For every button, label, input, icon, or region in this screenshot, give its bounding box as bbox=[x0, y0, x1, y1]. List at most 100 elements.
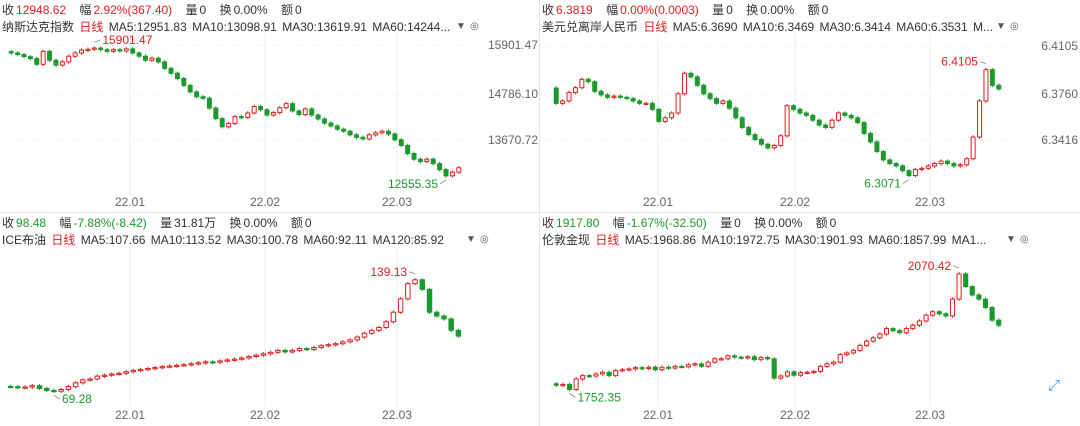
x-tick-label: 22.01 bbox=[643, 408, 673, 422]
candle-body bbox=[718, 358, 724, 361]
candle-body bbox=[606, 371, 612, 377]
candle-body bbox=[145, 368, 151, 371]
candle-body bbox=[155, 57, 161, 63]
candle-body bbox=[98, 47, 104, 51]
candle-body bbox=[746, 126, 752, 136]
high-marker-line bbox=[408, 271, 416, 275]
x-tick-label: 22.03 bbox=[382, 408, 412, 422]
candle-body bbox=[778, 375, 784, 379]
panel-usdcnh: 收 6.3819 幅 0.00%(0.0003) 量0 换 0.00% 额0 美元兑离… bbox=[540, 0, 1080, 213]
candle-body bbox=[376, 327, 382, 331]
candle-body bbox=[130, 48, 136, 54]
candle-body bbox=[85, 48, 91, 51]
candle-body bbox=[679, 365, 685, 369]
candle-body bbox=[714, 98, 720, 104]
candle-body bbox=[217, 360, 223, 363]
candle-body bbox=[66, 55, 72, 63]
candle-body bbox=[566, 383, 573, 390]
candle-body bbox=[726, 100, 732, 109]
candle-body bbox=[332, 343, 339, 346]
candle-body bbox=[765, 143, 771, 149]
expand-icon[interactable]: ⤢ bbox=[1048, 377, 1060, 394]
candle-body bbox=[963, 273, 969, 288]
candle-body bbox=[733, 107, 739, 119]
candle-body bbox=[936, 311, 942, 315]
panel-nasdaq: 收 12948.62 幅 2.92%(367.40) 量0 换 0.00% 额0 纳斯… bbox=[0, 0, 540, 213]
candle-body bbox=[752, 134, 758, 140]
candle-body bbox=[916, 320, 923, 326]
high-label: 6.4105 bbox=[941, 55, 978, 69]
candle-body bbox=[784, 371, 790, 377]
candle-body bbox=[553, 383, 559, 386]
candle-body bbox=[887, 159, 893, 165]
candle-body bbox=[405, 283, 411, 300]
candle-body bbox=[137, 368, 144, 372]
candle-body bbox=[397, 298, 404, 313]
candle-body bbox=[572, 87, 578, 94]
candle-body bbox=[47, 50, 53, 61]
candle-body bbox=[810, 114, 816, 121]
candle-body bbox=[912, 169, 918, 177]
x-tick-label: 22.03 bbox=[915, 408, 945, 422]
candle-body bbox=[341, 128, 347, 132]
candle-body bbox=[626, 368, 632, 371]
low-label: 6.3071 bbox=[864, 177, 901, 191]
candle-body bbox=[850, 349, 856, 354]
candle-body bbox=[751, 356, 757, 361]
candle-body bbox=[560, 100, 566, 104]
candle-body bbox=[194, 91, 200, 98]
candle-body bbox=[79, 49, 85, 54]
candle-body bbox=[868, 132, 873, 143]
candle-body bbox=[443, 169, 449, 177]
candle-body bbox=[874, 141, 880, 152]
panel-gold: 收 1917.80 幅 -1.67%(-32.50) 量0 换 0.00% 额0 伦敦… bbox=[540, 213, 1080, 426]
candle-body bbox=[897, 330, 903, 334]
candle-body bbox=[390, 311, 397, 323]
candle-body bbox=[803, 112, 809, 116]
candle-body bbox=[605, 94, 611, 98]
candle-body bbox=[739, 117, 745, 128]
candle-body bbox=[798, 372, 804, 376]
candle-body bbox=[51, 389, 57, 393]
candle-body bbox=[43, 388, 50, 391]
candle-body bbox=[433, 311, 440, 317]
candle-body bbox=[206, 97, 212, 109]
candle-body bbox=[187, 84, 193, 93]
candle-body bbox=[111, 49, 116, 52]
candle-body bbox=[417, 158, 423, 163]
panel-brent: 收 98.48 幅 -7.88%(-8.42) 量 31.81万 换 0.00% 额0 … bbox=[0, 213, 540, 426]
candle-body bbox=[200, 96, 206, 99]
candle-body bbox=[15, 52, 21, 56]
candle-body bbox=[385, 130, 391, 135]
candle-body bbox=[598, 90, 604, 96]
candle-body bbox=[652, 366, 658, 371]
candle-body bbox=[811, 370, 817, 374]
candle-body bbox=[334, 125, 340, 130]
candle-body bbox=[844, 352, 850, 356]
candle-body bbox=[758, 357, 764, 361]
candle-body bbox=[778, 135, 784, 146]
candle-body bbox=[315, 114, 321, 120]
candle-body bbox=[823, 124, 829, 128]
candle-body bbox=[784, 105, 790, 137]
candle-body bbox=[368, 329, 375, 334]
candle-body bbox=[649, 102, 655, 110]
candle-body bbox=[585, 78, 591, 83]
high-label: 139.13 bbox=[370, 265, 407, 279]
candle-body bbox=[441, 315, 447, 320]
candle-body bbox=[643, 102, 649, 106]
candle-body bbox=[712, 358, 718, 363]
low-label: 12555.35 bbox=[388, 177, 438, 191]
candle-body bbox=[309, 108, 315, 116]
candle-body bbox=[354, 336, 361, 341]
candle-body bbox=[277, 107, 283, 114]
candle-body bbox=[202, 361, 209, 364]
candle-body bbox=[617, 95, 623, 98]
candle-body bbox=[732, 355, 738, 358]
candle-body bbox=[675, 93, 681, 114]
candle-body bbox=[699, 363, 705, 367]
candle-body bbox=[938, 160, 944, 165]
candle-body bbox=[311, 347, 317, 350]
candle-body bbox=[162, 61, 168, 69]
candle-body bbox=[275, 349, 281, 353]
